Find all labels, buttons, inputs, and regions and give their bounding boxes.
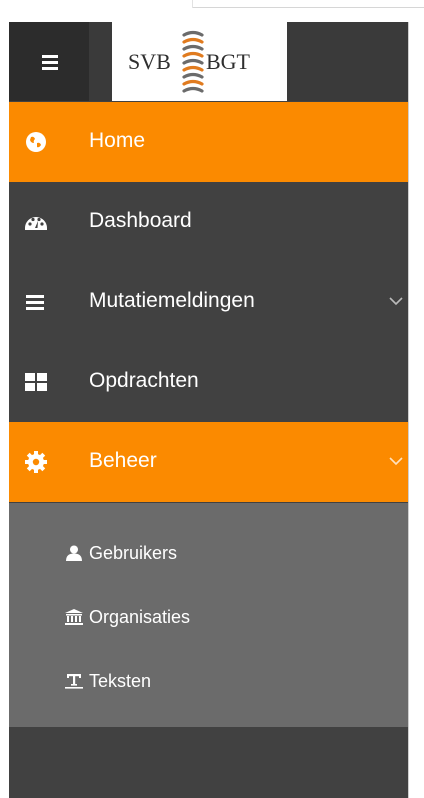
- grid-icon: [25, 373, 47, 391]
- menu-item-home[interactable]: Home: [9, 102, 408, 182]
- submenu-item-organisaties-label: Organisaties: [89, 607, 191, 627]
- gear-icon: [25, 451, 47, 473]
- menu-item-opdrachten[interactable]: Opdrachten: [9, 342, 408, 422]
- top-window-edge: [192, 0, 424, 10]
- user-icon: [66, 545, 82, 561]
- submenu-item-gebruikers-label: Gebruikers: [89, 543, 178, 563]
- menu-item-opdrachten-label: Opdrachten: [89, 369, 199, 392]
- menu-item-dashboard[interactable]: Dashboard: [9, 182, 408, 262]
- chevron-down-icon: [389, 297, 403, 306]
- logo-mark-icon: [182, 30, 204, 93]
- menu-item-mutatiemeldingen-label: Mutatiemeldingen: [89, 289, 255, 312]
- logo-left-text: SVB: [128, 49, 171, 74]
- hamburger-menu-button[interactable]: [9, 22, 89, 101]
- menu-item-beheer-label: Beheer: [89, 449, 157, 472]
- text-icon: [65, 674, 83, 689]
- globe-icon: [26, 132, 46, 152]
- menu-item-mutatiemeldingen[interactable]: Mutatiemeldingen: [9, 262, 408, 342]
- menu-item-beheer[interactable]: Beheer: [9, 422, 408, 502]
- list-icon: [26, 295, 44, 310]
- dashboard-icon: [25, 217, 47, 230]
- submenu-item-teksten-label: Teksten: [89, 671, 152, 691]
- chevron-down-icon: [389, 457, 403, 466]
- menu-item-dashboard-label: Dashboard: [89, 209, 192, 232]
- beheer-submenu: Gebruikers Organisaties Teksten: [9, 503, 408, 727]
- sidebar-header: SVB BGT: [9, 22, 408, 101]
- logo-right-text: BGT: [206, 49, 250, 74]
- institution-icon: [65, 609, 83, 625]
- logo[interactable]: SVB BGT: [112, 22, 287, 101]
- menu-item-home-label: Home: [89, 129, 146, 152]
- content-divider: [408, 22, 409, 798]
- sidebar: SVB BGT Home Dashboard Mutatiemeldingen …: [9, 22, 408, 798]
